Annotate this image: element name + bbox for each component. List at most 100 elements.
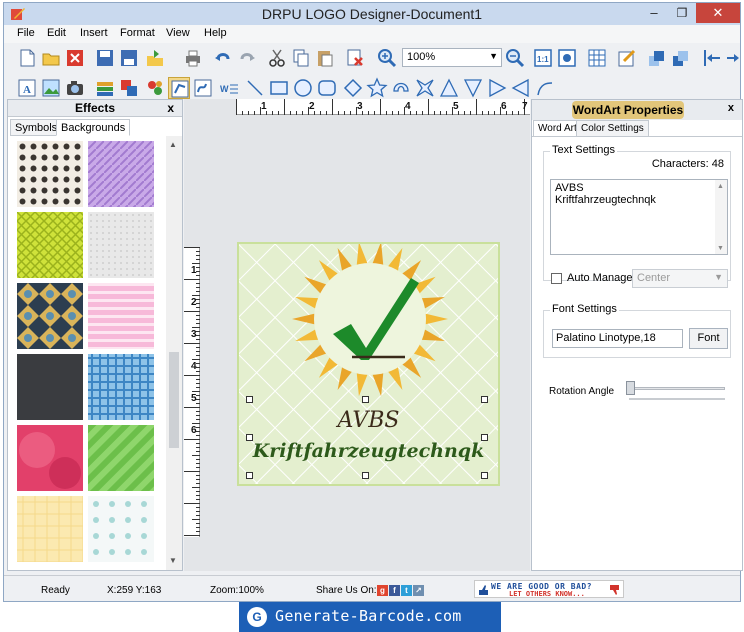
scrollbar-thumb[interactable] (169, 352, 179, 448)
selection-handle[interactable] (246, 472, 253, 479)
shapes-library-icon[interactable] (118, 77, 140, 99)
cut-button[interactable] (266, 47, 288, 69)
scroll-down-icon[interactable]: ▼ (717, 243, 724, 255)
arc-tool-icon[interactable] (390, 77, 412, 99)
google-plus-icon[interactable]: g (377, 585, 388, 596)
align-left-icon[interactable] (702, 47, 724, 69)
camera-icon[interactable] (64, 77, 86, 99)
triangle-right-tool-icon[interactable] (486, 77, 508, 99)
font-button[interactable]: Font (689, 328, 728, 349)
tab-word-art[interactable]: Word Art (533, 120, 582, 137)
background-swatch[interactable] (88, 212, 154, 278)
save-as-button[interactable] (118, 47, 140, 69)
menu-edit[interactable]: Edit (47, 27, 66, 39)
watermark-icon[interactable]: W (218, 77, 240, 99)
tab-backgrounds[interactable]: Backgrounds (56, 119, 131, 136)
save-button[interactable] (94, 47, 116, 69)
library-icon[interactable] (94, 77, 116, 99)
background-swatch[interactable] (88, 496, 154, 562)
background-swatch[interactable] (17, 354, 83, 420)
selection-handle[interactable] (481, 472, 488, 479)
line-tool-icon[interactable] (244, 77, 266, 99)
menu-help[interactable]: Help (204, 27, 227, 39)
curve-tool-icon[interactable] (534, 77, 556, 99)
background-swatch[interactable] (17, 425, 83, 491)
image-tool-icon[interactable] (40, 77, 62, 99)
minimize-button[interactable]: – (640, 3, 668, 23)
redo-button[interactable] (236, 47, 258, 69)
wordart-icon[interactable] (168, 77, 190, 99)
undo-button[interactable] (212, 47, 234, 69)
logo-document[interactable]: AVBS Kriftfahrzeugtechnqk (237, 242, 500, 486)
menu-insert[interactable]: Insert (80, 27, 108, 39)
close-icon[interactable]: x (728, 102, 734, 114)
symbols-icon[interactable] (144, 77, 166, 99)
font-name-field[interactable]: Palatino Linotype,18 (552, 329, 683, 348)
close-document-button[interactable] (64, 47, 86, 69)
triangle-down-tool-icon[interactable] (462, 77, 484, 99)
scroll-down-icon[interactable]: ▼ (169, 556, 177, 565)
properties-button[interactable] (616, 47, 638, 69)
diamond-tool-icon[interactable] (342, 77, 364, 99)
actual-size-button[interactable]: 1:1 (532, 47, 554, 69)
fit-to-window-button[interactable] (556, 47, 578, 69)
menu-format[interactable]: Format (120, 27, 155, 39)
selection-handle[interactable] (246, 396, 253, 403)
selection-handle[interactable] (481, 396, 488, 403)
zoom-in-icon[interactable] (376, 47, 398, 69)
export-button[interactable] (144, 47, 166, 69)
selection-handle[interactable] (481, 434, 488, 441)
signature-icon[interactable] (192, 77, 214, 99)
print-button[interactable] (182, 47, 204, 69)
background-swatch[interactable] (88, 283, 154, 349)
background-swatch[interactable] (88, 354, 154, 420)
open-folder-button[interactable] (40, 47, 62, 69)
logo-text-line2[interactable]: Kriftfahrzeugtechnqk (239, 440, 498, 462)
bring-forward-button[interactable] (646, 47, 668, 69)
background-swatch[interactable] (17, 496, 83, 562)
selection-handle[interactable] (362, 396, 369, 403)
copy-button[interactable] (290, 47, 312, 69)
star-tool-icon[interactable] (366, 77, 388, 99)
share-icon[interactable]: ↗ (413, 585, 424, 596)
background-swatch[interactable] (88, 141, 154, 207)
background-swatch[interactable] (17, 212, 83, 278)
rotation-slider-track[interactable] (629, 387, 725, 390)
align-right-icon[interactable] (724, 47, 744, 69)
text-tool-icon[interactable]: A (16, 77, 38, 99)
rotation-slider-thumb[interactable] (626, 381, 635, 395)
menu-file[interactable]: File (17, 27, 35, 39)
close-icon[interactable]: x (167, 100, 174, 116)
auto-manage-checkbox[interactable] (551, 273, 562, 284)
grid-icon[interactable] (586, 47, 608, 69)
background-swatch[interactable] (88, 425, 154, 491)
tab-color-settings[interactable]: Color Settings (576, 120, 649, 137)
burst-tool-icon[interactable] (414, 77, 436, 99)
zoom-out-icon[interactable] (504, 47, 526, 69)
delete-button[interactable] (344, 47, 366, 69)
feedback-banner[interactable]: WE ARE GOOD OR BAD? LET OTHERS KNOW... (474, 580, 624, 598)
logo-text-line1[interactable]: AVBS (239, 408, 498, 433)
selection-handle[interactable] (362, 472, 369, 479)
triangle-up-tool-icon[interactable] (438, 77, 460, 99)
background-swatch[interactable] (17, 283, 83, 349)
generate-barcode-banner[interactable]: G Generate-Barcode.com (239, 602, 501, 632)
zoom-select[interactable]: 100% ▼ (402, 48, 502, 67)
tab-symbols[interactable]: Symbols (10, 119, 63, 136)
scroll-up-icon[interactable]: ▲ (717, 181, 724, 193)
maximize-button[interactable]: ❐ (668, 3, 696, 23)
close-window-button[interactable]: ✕ (696, 3, 740, 23)
effects-scrollbar[interactable]: ▲ ▼ (166, 136, 182, 570)
alignment-select[interactable]: Center ▼ (632, 269, 728, 288)
paste-button[interactable] (314, 47, 336, 69)
facebook-icon[interactable]: f (389, 585, 400, 596)
menu-view[interactable]: View (166, 27, 190, 39)
background-swatch[interactable] (17, 141, 83, 207)
rounded-rectangle-tool-icon[interactable] (316, 77, 338, 99)
new-document-button[interactable] (16, 47, 38, 69)
selection-handle[interactable] (246, 434, 253, 441)
rectangle-tool-icon[interactable] (268, 77, 290, 99)
twitter-icon[interactable]: t (401, 585, 412, 596)
scroll-up-icon[interactable]: ▲ (169, 140, 177, 149)
wordart-text-input[interactable]: AVBS Kriftfahrzeugtechnqk ▲ ▼ (550, 179, 728, 255)
